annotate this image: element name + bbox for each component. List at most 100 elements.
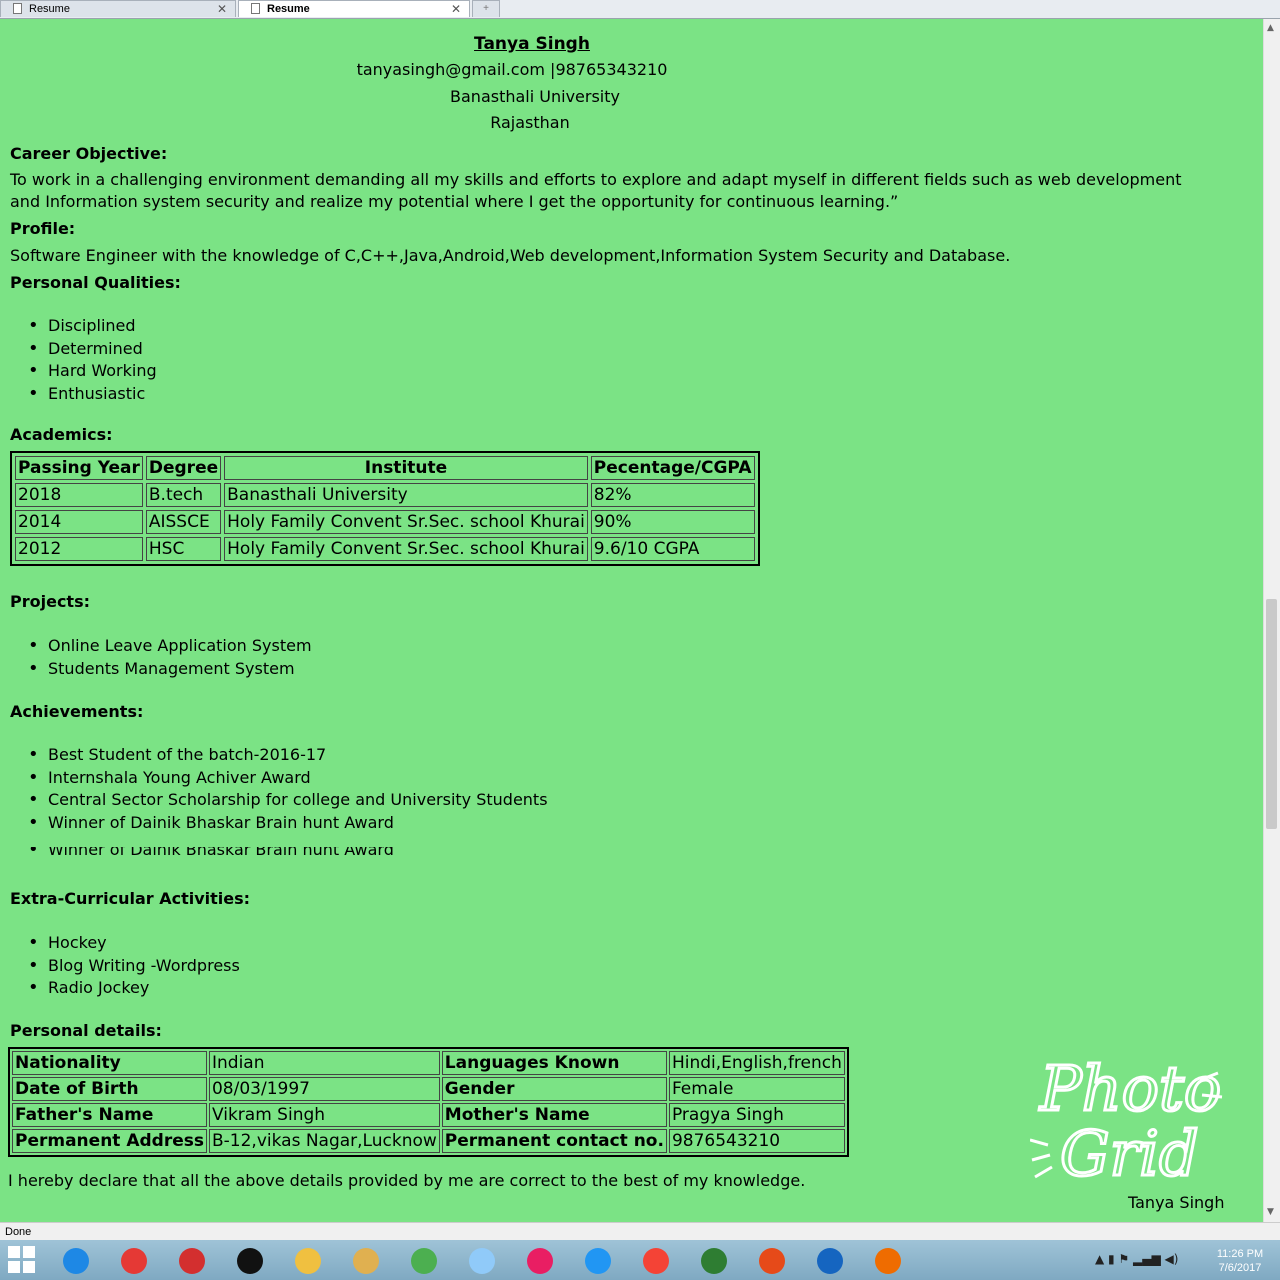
firefox-icon [875, 1248, 901, 1274]
logo-text-grid: Grid [1060, 1117, 1199, 1190]
taskbar-app-android-studio[interactable] [398, 1243, 450, 1277]
document-icon [13, 3, 22, 14]
windows-taskbar: ▲ ▮ ⚑ ▂▄▆ ◀) 11:26 PM 7/6/2017 [0, 1240, 1280, 1280]
android-studio-icon [411, 1248, 437, 1274]
list-item: Winner of Dainik Bhaskar Brain hunt Awar… [28, 812, 548, 835]
taskbar-app-virtualbox[interactable] [804, 1243, 856, 1277]
table-cell: 90% [590, 510, 755, 534]
vertical-scrollbar[interactable]: ▲ ▼ [1263, 19, 1280, 1222]
career-objective-heading: Career Objective: [10, 144, 168, 163]
close-tab-icon[interactable]: ✕ [451, 1, 461, 17]
excel-icon [701, 1248, 727, 1274]
academics-table: Passing Year Degree Institute Pecentage/… [10, 451, 760, 566]
taskbar-app-yandex-browser[interactable] [630, 1243, 682, 1277]
taskbar-app-file-manager[interactable] [282, 1243, 334, 1277]
system-tray-icons[interactable]: ▲ ▮ ⚑ ▂▄▆ ◀) [1095, 1252, 1178, 1266]
tab-label: Resume [29, 3, 70, 15]
opera-icon [179, 1248, 205, 1274]
table-row: Father's Name Vikram Singh Mother's Name… [12, 1103, 845, 1127]
table-row: 2014 AISSCE Holy Family Convent Sr.Sec. … [15, 510, 755, 534]
table-cell: B.tech [145, 483, 222, 507]
taskbar-app-excel[interactable] [688, 1243, 740, 1277]
list-item: Blog Writing -Wordpress [28, 955, 240, 978]
contact-line: tanyasingh@gmail.com |98765343210 [356, 60, 668, 79]
table-cell: Permanent contact no. [441, 1129, 667, 1153]
table-cell: Date of Birth [12, 1077, 207, 1101]
tab-resume-2[interactable]: Resume ✕ [238, 0, 470, 17]
table-cell: Female [668, 1077, 845, 1101]
status-bar: Done [0, 1222, 1280, 1240]
taskbar-app-folder[interactable] [340, 1243, 392, 1277]
taskbar-app-chrome[interactable] [108, 1243, 160, 1277]
list-item: Winner of Dainik Bhaskar Brain hunt Awar… [28, 847, 394, 861]
list-item: Determined [28, 338, 157, 361]
table-cell: 08/03/1997 [208, 1077, 440, 1101]
table-cell: Gender [441, 1077, 667, 1101]
taskbar-app-command-prompt[interactable] [224, 1243, 276, 1277]
declaration-text: I hereby declare that all the above deta… [8, 1171, 806, 1190]
table-cell: Holy Family Convent Sr.Sec. school Khura… [224, 510, 588, 534]
office-upload-icon [759, 1248, 785, 1274]
state-line: Rajasthan [490, 113, 570, 132]
table-cell: AISSCE [145, 510, 222, 534]
personal-details-heading: Personal details: [10, 1021, 162, 1040]
yandex-browser-icon [643, 1248, 669, 1274]
tab-resume-1[interactable]: Resume ✕ [0, 0, 236, 17]
clipped-repeat-line: Winner of Dainik Bhaskar Brain hunt Awar… [28, 847, 394, 861]
taskbar-app-firefox[interactable] [862, 1243, 914, 1277]
table-header-row: Passing Year Degree Institute Pecentage/… [15, 456, 755, 480]
list-item: Hard Working [28, 360, 157, 383]
table-cell: Permanent Address [12, 1129, 207, 1153]
scrollbar-thumb[interactable] [1266, 599, 1277, 829]
chrome-icon [121, 1248, 147, 1274]
career-objective-text: To work in a challenging environment dem… [10, 170, 1182, 211]
scroll-down-arrow-icon[interactable]: ▼ [1267, 1207, 1274, 1217]
personal-details-table: Nationality Indian Languages Known Hindi… [8, 1047, 849, 1157]
projects-heading: Projects: [10, 592, 90, 611]
folder-icon [353, 1248, 379, 1274]
table-cell: 2014 [15, 510, 143, 534]
virtualbox-icon [817, 1248, 843, 1274]
qualities-list: Disciplined Determined Hard Working Enth… [28, 315, 157, 405]
extra-curricular-list: Hockey Blog Writing -Wordpress Radio Joc… [28, 932, 240, 1000]
table-cell: 9876543210 [668, 1129, 845, 1153]
profile-heading: Profile: [10, 219, 76, 238]
system-clock[interactable]: 11:26 PM 7/6/2017 [1205, 1247, 1275, 1275]
list-item: Enthusiastic [28, 383, 157, 406]
windows-start-icon[interactable] [8, 1246, 36, 1274]
projects-list: Online Leave Application System Students… [28, 635, 312, 680]
winscp-icon [585, 1248, 611, 1274]
taskbar-app-notepad[interactable] [456, 1243, 508, 1277]
table-cell: HSC [145, 537, 222, 561]
scroll-up-arrow-icon[interactable]: ▲ [1267, 23, 1274, 33]
list-item: Students Management System [28, 658, 312, 681]
taskbar-app-slack[interactable] [514, 1243, 566, 1277]
taskbar-app-internet-explorer[interactable] [50, 1243, 102, 1277]
table-cell: Father's Name [12, 1103, 207, 1127]
taskbar-app-opera[interactable] [166, 1243, 218, 1277]
table-cell: 82% [590, 483, 755, 507]
column-header: Institute [224, 456, 588, 480]
table-row: 2012 HSC Holy Family Convent Sr.Sec. sch… [15, 537, 755, 561]
list-item: Best Student of the batch-2016-17 [28, 744, 548, 767]
table-cell: Nationality [12, 1051, 207, 1075]
close-tab-icon[interactable]: ✕ [217, 1, 227, 17]
list-item: Central Sector Scholarship for college a… [28, 789, 548, 812]
taskbar-app-office-upload[interactable] [746, 1243, 798, 1277]
table-cell: Vikram Singh [208, 1103, 440, 1127]
table-cell: Pragya Singh [668, 1103, 845, 1127]
table-cell: Languages Known [441, 1051, 667, 1075]
document-icon [251, 3, 260, 14]
resume-name: Tanya Singh [474, 34, 590, 54]
tab-label: Resume [267, 3, 310, 15]
list-item: Hockey [28, 932, 240, 955]
taskbar-app-winscp[interactable] [572, 1243, 624, 1277]
clock-date: 7/6/2017 [1218, 1262, 1262, 1274]
table-cell: 2012 [15, 537, 143, 561]
achievements-heading: Achievements: [10, 702, 144, 721]
table-cell: Holy Family Convent Sr.Sec. school Khura… [224, 537, 588, 561]
logo-sparks [1030, 1138, 1053, 1179]
table-row: Nationality Indian Languages Known Hindi… [12, 1051, 845, 1075]
column-header: Degree [145, 456, 222, 480]
new-tab-button[interactable]: + [472, 0, 500, 17]
